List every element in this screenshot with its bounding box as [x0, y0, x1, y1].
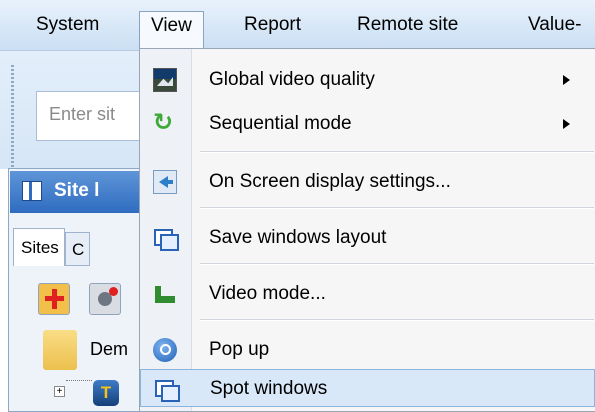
submenu-arrow-icon	[563, 119, 570, 129]
menu-separator	[200, 207, 594, 209]
menu-item-label: Pop up	[209, 339, 270, 360]
menu-bar: System View Report Remote site Value-	[0, 0, 595, 51]
menu-item-label: On Screen display settings...	[209, 171, 451, 192]
menu-item-label: Sequential mode	[209, 113, 352, 134]
tab-second[interactable]: C	[65, 232, 90, 266]
menu-item-video-mode[interactable]: Video mode...	[140, 275, 595, 313]
menu-value-added[interactable]: Value-	[528, 13, 582, 37]
add-camera-button[interactable]	[89, 283, 121, 315]
menu-item-label: Save windows layout	[209, 227, 387, 248]
spot-windows-icon	[154, 377, 180, 402]
menu-item-osd-settings[interactable]: On Screen display settings...	[140, 163, 595, 201]
menu-item-label: Global video quality	[209, 69, 375, 90]
sequential-icon	[153, 108, 177, 137]
folder-icon[interactable]	[43, 330, 77, 370]
menu-separator	[200, 263, 594, 265]
pin-icon[interactable]	[22, 181, 42, 201]
tree-item-label[interactable]: Dem	[90, 339, 128, 360]
menu-item-pop-up[interactable]: Pop up	[140, 331, 595, 369]
tab-sites[interactable]: Sites	[13, 228, 65, 266]
menu-view[interactable]: View	[139, 11, 204, 50]
expand-icon[interactable]: +	[54, 386, 65, 397]
add-site-button[interactable]	[38, 283, 70, 315]
osd-settings-icon	[153, 170, 177, 194]
video-quality-icon	[153, 68, 177, 92]
menu-item-label: Video mode...	[209, 283, 326, 304]
menu-item-global-video-quality[interactable]: Global video quality	[140, 61, 595, 99]
tree-connector	[66, 380, 92, 381]
video-mode-icon	[153, 282, 177, 306]
submenu-arrow-icon	[563, 75, 570, 85]
menu-item-label: Spot windows	[210, 378, 328, 399]
toolbar-grip[interactable]	[11, 65, 14, 167]
site-panel-title: Site l	[54, 180, 100, 201]
view-menu-dropdown: Global video quality Sequential mode On …	[139, 48, 595, 412]
menu-item-spot-windows[interactable]: Spot windows	[140, 369, 595, 407]
menu-separator	[200, 151, 594, 153]
menu-item-sequential-mode[interactable]: Sequential mode	[140, 105, 595, 143]
device-icon[interactable]: T	[93, 380, 119, 406]
menu-system[interactable]: System	[36, 13, 99, 37]
site-panel: Site l	[8, 168, 155, 412]
site-panel-title-bar: Site l	[10, 171, 155, 213]
menu-remote-site[interactable]: Remote site	[357, 13, 458, 37]
menu-item-save-windows-layout[interactable]: Save windows layout	[140, 219, 595, 257]
popup-icon	[153, 338, 177, 362]
site-search-input[interactable]: Enter sit	[36, 91, 156, 141]
windows-layout-icon	[153, 226, 179, 251]
menu-report[interactable]: Report	[244, 13, 301, 37]
menu-separator	[200, 319, 594, 321]
